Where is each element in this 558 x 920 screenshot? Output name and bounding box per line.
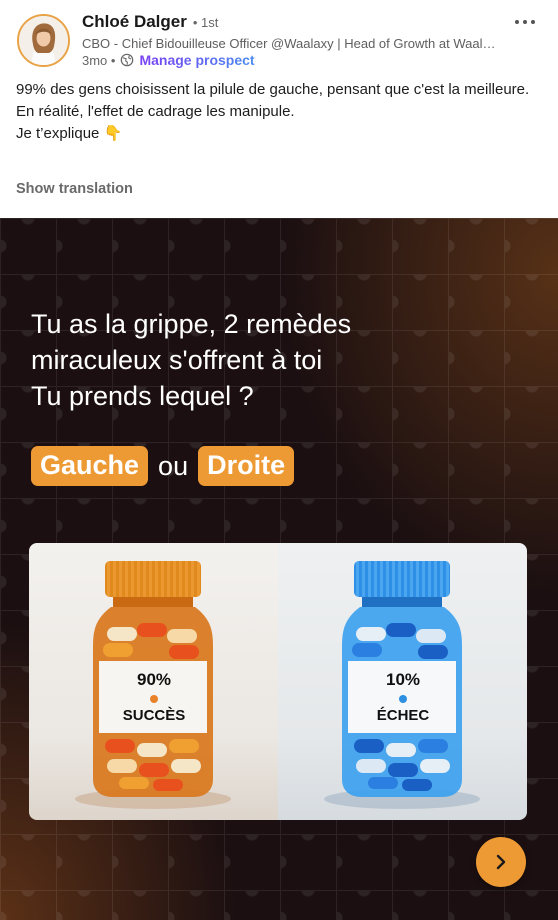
right-bottle-value: 10% <box>385 670 421 689</box>
show-translation-button[interactable]: Show translation <box>16 181 133 197</box>
post-time: 3mo • <box>82 52 116 68</box>
choice-or-text: ou <box>158 450 189 481</box>
choice-right-badge: Droite <box>198 446 295 486</box>
chevron-right-icon <box>496 854 506 870</box>
choice-left-badge: Gauche <box>31 446 149 486</box>
choice-row: Gauche ou Droite <box>31 446 295 486</box>
post-text-line: En réalité, l'effet de cadrage les manip… <box>16 103 295 120</box>
right-bottle-label: 10% ÉCHEC <box>351 662 455 732</box>
avatar[interactable] <box>17 14 70 67</box>
slide-title-line: miraculeux s'offrent à toi <box>31 345 323 375</box>
left-bottle-value: 90% <box>136 670 172 689</box>
post-text: 99% des gens choisissent la pilule de ga… <box>16 79 536 145</box>
carousel-next-button[interactable] <box>476 837 526 887</box>
left-bottle-word: SUCCÈS <box>122 707 186 724</box>
left-bottle-label: 90% SUCCÈS <box>102 662 206 732</box>
slide-title: Tu as la grippe, 2 remèdes miraculeux s'… <box>31 306 511 414</box>
pill-bottles-image: 90% SUCCÈS 10% ÉCHEC <box>29 543 527 820</box>
globe-icon <box>121 53 134 67</box>
author-name[interactable]: Chloé Dalger <box>82 12 187 32</box>
slide-title-line: Tu as la grippe, 2 remèdes <box>31 309 352 339</box>
post-text-line: 99% des gens choisissent la pilule de ga… <box>16 81 530 98</box>
post-meta: 3mo • Manage prospect <box>82 52 255 68</box>
more-horizontal-icon <box>515 20 535 24</box>
right-bottle-dot <box>399 695 407 703</box>
right-bottle-panel: 10% ÉCHEC <box>278 543 527 820</box>
more-options-button[interactable] <box>514 8 536 31</box>
avatar-portrait-icon <box>19 16 68 65</box>
left-bottle-dot <box>150 695 158 703</box>
manage-prospect-link[interactable]: Manage prospect <box>139 52 254 68</box>
author-headline: CBO - Chief Bidouilleuse Officer @Waalax… <box>82 36 502 51</box>
slide-title-line: Tu prends lequel ? <box>31 381 254 411</box>
carousel-slide[interactable]: Tu as la grippe, 2 remèdes miraculeux s'… <box>0 218 558 920</box>
right-bottle-word: ÉCHEC <box>376 707 430 724</box>
connection-degree: • 1st <box>192 15 219 30</box>
post-text-line: Je t’explique 👇 <box>16 125 123 142</box>
left-bottle-panel: 90% SUCCÈS <box>29 543 278 820</box>
post-header: Chloé Dalger • 1st CBO - Chief Bidouille… <box>0 0 558 218</box>
